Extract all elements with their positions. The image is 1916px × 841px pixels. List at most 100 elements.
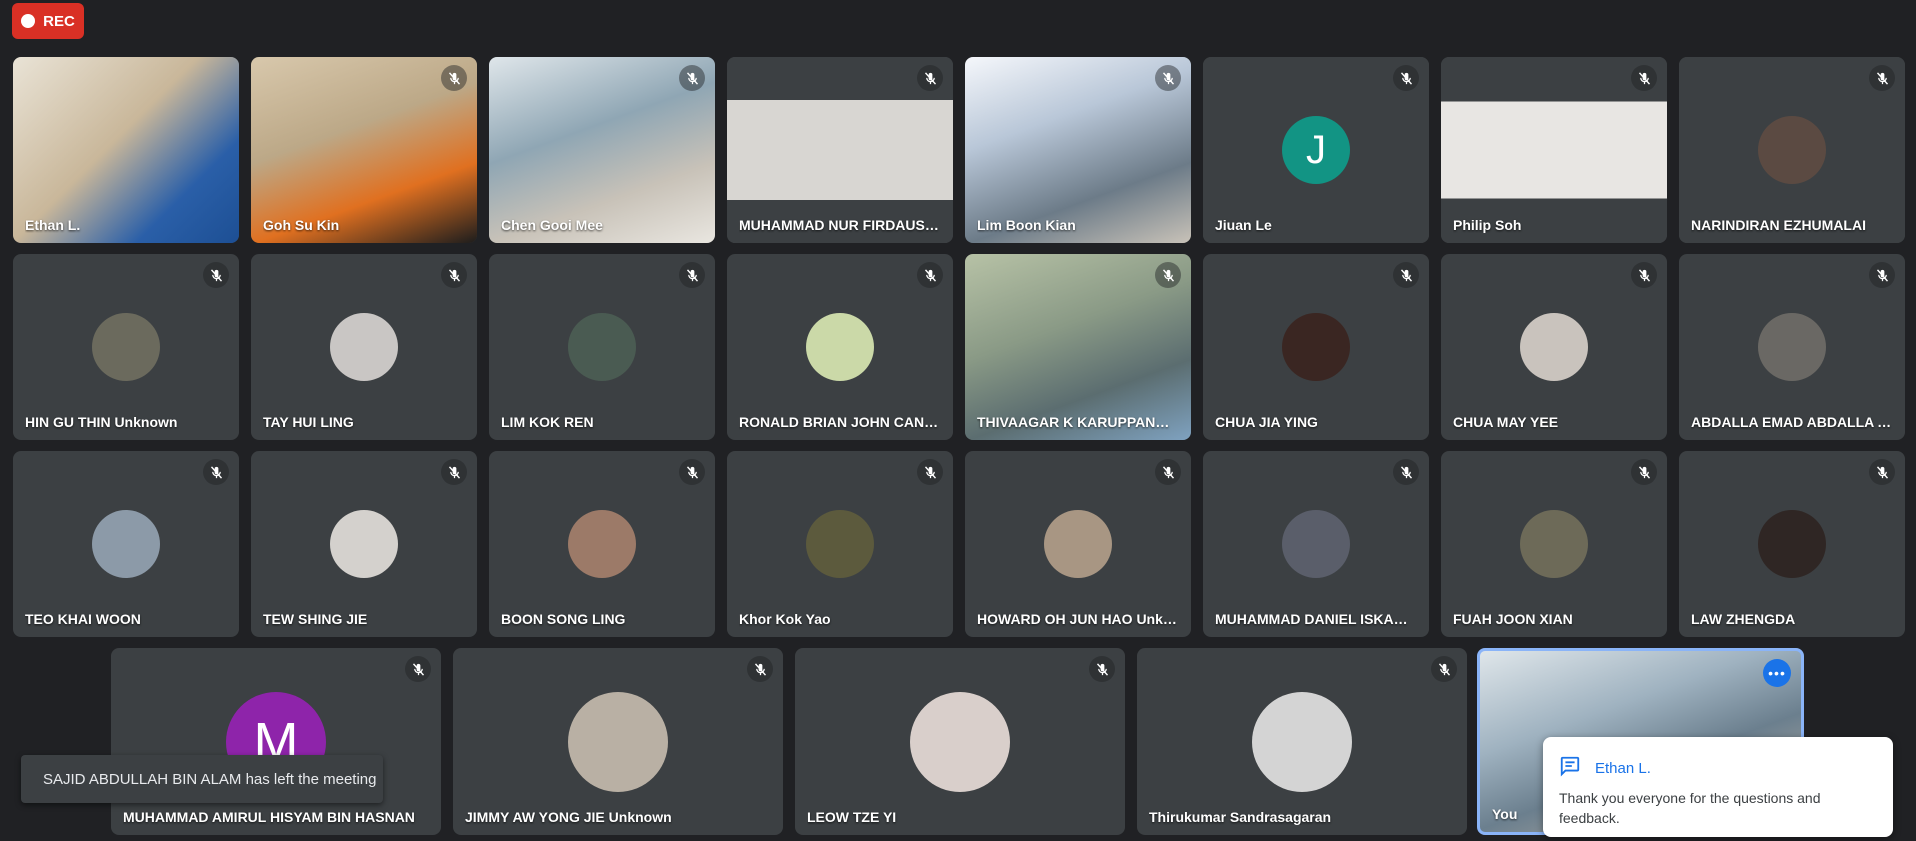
participant-name: MUHAMMAD AMIRUL HISYAM BIN HASNAN bbox=[123, 809, 415, 825]
participant-avatar bbox=[1758, 313, 1826, 381]
participant-tile[interactable]: LAW ZHENGDA bbox=[1679, 451, 1905, 637]
participant-avatar bbox=[92, 313, 160, 381]
participant-name: CHUA JIA YING bbox=[1215, 414, 1318, 430]
participant-tile[interactable]: Ethan L. bbox=[13, 57, 239, 243]
participant-name: THIVAAGAR K KARUPPANNAN... bbox=[977, 414, 1179, 430]
participant-avatar bbox=[568, 691, 668, 792]
more-options-icon[interactable]: ••• bbox=[1763, 659, 1791, 687]
participant-tile[interactable]: RONALD BRIAN JOHN CANTUM... bbox=[727, 254, 953, 440]
mic-off-icon bbox=[1393, 65, 1419, 91]
participant-tile[interactable]: THIVAAGAR K KARUPPANNAN... bbox=[965, 254, 1191, 440]
participant-name: LAW ZHENGDA bbox=[1691, 611, 1796, 627]
participant-video bbox=[13, 57, 239, 243]
participant-avatar bbox=[568, 510, 636, 578]
mic-off-icon bbox=[917, 65, 943, 91]
participant-tile[interactable]: HOWARD OH JUN HAO Unknown bbox=[965, 451, 1191, 637]
participant-tile[interactable]: Khor Kok Yao bbox=[727, 451, 953, 637]
participant-name: LIM KOK REN bbox=[501, 414, 594, 430]
participant-row-1: Ethan L. Goh Su Kin Chen Gooi Mee MUHAMMAD … bbox=[13, 57, 1905, 243]
chat-bubble-icon bbox=[1559, 755, 1581, 782]
participant-name: LEOW TZE YI bbox=[807, 809, 897, 825]
notification-toast: SAJID ABDULLAH BIN ALAM has left the mee… bbox=[21, 755, 383, 803]
recording-label: REC bbox=[43, 12, 75, 30]
participant-avatar bbox=[568, 313, 636, 381]
mic-off-icon bbox=[1155, 65, 1181, 91]
participant-name: RONALD BRIAN JOHN CANTUM... bbox=[739, 414, 941, 430]
participant-name: MUHAMMAD NUR FIRDAUS BIN NAZIM... bbox=[739, 217, 941, 233]
participant-avatar bbox=[806, 510, 874, 578]
participant-tile[interactable]: Thirukumar Sandrasagaran bbox=[1137, 648, 1467, 835]
mic-off-icon bbox=[747, 656, 773, 682]
participant-row-2: HIN GU THIN Unknown TAY HUI LING LIM KOK R… bbox=[13, 254, 1905, 440]
participant-name: Khor Kok Yao bbox=[739, 611, 831, 627]
participant-tile[interactable]: LIM KOK REN bbox=[489, 254, 715, 440]
mic-off-icon bbox=[1869, 459, 1895, 485]
mic-off-icon bbox=[1631, 459, 1657, 485]
mic-off-icon bbox=[917, 459, 943, 485]
participant-name: NARINDIRAN EZHUMALAI bbox=[1691, 217, 1866, 233]
participant-tile[interactable]: Philip Soh bbox=[1441, 57, 1667, 243]
mic-off-icon bbox=[1155, 459, 1181, 485]
participant-tile[interactable]: ABDALLA EMAD ABDALLA ABDAL... bbox=[1679, 254, 1905, 440]
participant-tile[interactable]: Goh Su Kin bbox=[251, 57, 477, 243]
participant-avatar bbox=[1044, 510, 1112, 578]
mic-off-icon bbox=[679, 65, 705, 91]
participant-avatar bbox=[1758, 510, 1826, 578]
participant-row-4: M MUHAMMAD AMIRUL HISYAM BIN HASNAN JIMMY … bbox=[111, 648, 1467, 835]
mic-off-icon bbox=[441, 459, 467, 485]
participant-tile[interactable]: Lim Boon Kian bbox=[965, 57, 1191, 243]
participant-name: Ethan L. bbox=[25, 217, 81, 233]
participant-avatar bbox=[1282, 313, 1350, 381]
participant-tile[interactable]: M MUHAMMAD AMIRUL HISYAM BIN HASNAN bbox=[111, 648, 441, 835]
chat-message-text: Thank you everyone for the questions and… bbox=[1559, 790, 1821, 826]
participant-name: TEW SHING JIE bbox=[263, 611, 368, 627]
participant-row-3: TEO KHAI WOON TEW SHING JIE BOON SONG LING… bbox=[13, 451, 1905, 637]
participant-avatar bbox=[1252, 691, 1352, 792]
participant-avatar bbox=[92, 510, 160, 578]
mic-off-icon bbox=[1631, 65, 1657, 91]
participant-name: Lim Boon Kian bbox=[977, 217, 1076, 233]
participant-tile[interactable]: CHUA MAY YEE bbox=[1441, 254, 1667, 440]
participant-name: Philip Soh bbox=[1453, 217, 1522, 233]
participant-tile[interactable]: BOON SONG LING bbox=[489, 451, 715, 637]
mic-off-icon bbox=[1869, 65, 1895, 91]
participant-avatar bbox=[330, 313, 398, 381]
participant-name: BOON SONG LING bbox=[501, 611, 626, 627]
participant-tile[interactable]: NARINDIRAN EZHUMALAI bbox=[1679, 57, 1905, 243]
participant-avatar bbox=[806, 313, 874, 381]
participant-tile[interactable]: TAY HUI LING bbox=[251, 254, 477, 440]
participant-avatar bbox=[1758, 116, 1826, 184]
participant-avatar bbox=[330, 510, 398, 578]
participant-tile[interactable]: Chen Gooi Mee bbox=[489, 57, 715, 243]
chat-sender: Ethan L. bbox=[1595, 760, 1651, 777]
participant-tile[interactable]: CHUA JIA YING bbox=[1203, 254, 1429, 440]
mic-off-icon bbox=[405, 656, 431, 682]
mic-off-icon bbox=[1155, 262, 1181, 288]
participant-name: TEO KHAI WOON bbox=[25, 611, 141, 627]
mic-off-icon bbox=[1631, 262, 1657, 288]
participant-tile[interactable]: TEO KHAI WOON bbox=[13, 451, 239, 637]
participant-tile[interactable]: FUAH JOON XIAN bbox=[1441, 451, 1667, 637]
participant-name: MUHAMMAD DANIEL ISKANDAR... bbox=[1215, 611, 1417, 627]
participant-tile[interactable]: MUHAMMAD DANIEL ISKANDAR... bbox=[1203, 451, 1429, 637]
participant-name: FUAH JOON XIAN bbox=[1453, 611, 1573, 627]
participant-name: Jiuan Le bbox=[1215, 217, 1272, 233]
mic-off-icon bbox=[1393, 262, 1419, 288]
participant-tile[interactable]: HIN GU THIN Unknown bbox=[13, 254, 239, 440]
participant-avatar bbox=[910, 691, 1010, 792]
participant-tile[interactable]: TEW SHING JIE bbox=[251, 451, 477, 637]
record-dot-icon bbox=[21, 14, 36, 28]
participant-name: HIN GU THIN Unknown bbox=[25, 414, 178, 430]
participant-name: JIMMY AW YONG JIE Unknown bbox=[465, 809, 672, 825]
mic-off-icon bbox=[441, 65, 467, 91]
participant-tile[interactable]: JIMMY AW YONG JIE Unknown bbox=[453, 648, 783, 835]
participant-tile[interactable]: LEOW TZE YI bbox=[795, 648, 1125, 835]
chat-message-popup[interactable]: Ethan L. Thank you everyone for the ques… bbox=[1543, 737, 1893, 837]
participant-avatar: J bbox=[1282, 116, 1350, 184]
participant-tile[interactable]: MUHAMMAD NUR FIRDAUS BIN NAZIM... bbox=[727, 57, 953, 243]
participant-tile[interactable]: J Jiuan Le bbox=[1203, 57, 1429, 243]
participant-avatar bbox=[1520, 313, 1588, 381]
toast-text: SAJID ABDULLAH BIN ALAM has left the mee… bbox=[43, 770, 377, 788]
mic-off-icon bbox=[1089, 656, 1115, 682]
mic-off-icon bbox=[203, 459, 229, 485]
